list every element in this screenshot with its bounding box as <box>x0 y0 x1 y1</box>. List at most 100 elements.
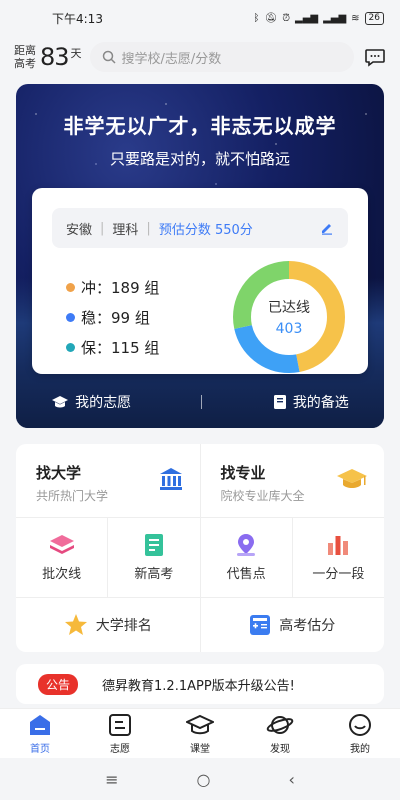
menu-icon[interactable]: ≡ <box>105 770 118 789</box>
header: 距离高考 83 天 搜学校/志愿/分数 <box>0 36 400 78</box>
home-circle-icon[interactable]: ○ <box>197 770 211 789</box>
signal-icon-2: ▂▄▆ <box>323 12 347 24</box>
stat-label: 稳：99 组 <box>81 308 150 327</box>
sales-point-button[interactable]: 代售点 <box>199 518 292 597</box>
divider <box>201 395 203 409</box>
banner-title: 非学无以广才，非志无以成学 <box>63 114 337 138</box>
my-wishes-link[interactable]: 我的志愿 <box>51 392 131 412</box>
my-wishes-label: 我的志愿 <box>75 395 132 411</box>
graduation-cap-icon <box>52 396 69 408</box>
banner-subtitle: 只要路是对的，就不怕路远 <box>109 150 290 168</box>
stat-dot <box>66 342 75 352</box>
announcement-text: 德昇教育1.2.1APP版本升级公告! <box>102 678 295 694</box>
calculator-icon <box>250 615 271 635</box>
stat-stable: 稳：99 组 <box>66 302 159 332</box>
graduation-cap-icon <box>186 714 214 734</box>
find-major-button[interactable]: 找专业 院校专业库大全 <box>199 444 385 517</box>
announcement-tag: 公告 <box>38 673 79 695</box>
stat-dot <box>66 282 75 292</box>
search-placeholder: 搜学校/志愿/分数 <box>121 51 222 67</box>
primary-features: 找大学 共所热门大学 找专业 院校专业库大全 <box>16 444 384 518</box>
my-backup-label: 我的备选 <box>292 395 349 411</box>
wifi-icon: ≋ <box>351 12 360 24</box>
feature-grid: 找大学 共所热门大学 找专业 院校专业库大全 批次线 新高考 代售点 一分一段 <box>16 444 384 652</box>
score-segment-button[interactable]: 一分一段 <box>291 518 384 597</box>
list-icon <box>109 713 131 736</box>
graduation-cap-icon <box>337 469 367 488</box>
donut-label: 已达线 <box>268 300 310 316</box>
subject-label: 理科 <box>112 222 139 238</box>
chat-icon <box>365 49 385 67</box>
tab-home[interactable]: 首页 <box>0 709 80 758</box>
tab-label: 课堂 <box>190 743 210 755</box>
bar-chart-icon <box>328 536 349 555</box>
status-bar: 下午4:13 ᛒ 🔕︎ ⏰︎ ▂▄▆ ▂▄▆ ≋ 26 <box>0 0 400 36</box>
score-estimate-button[interactable]: 高考估分 <box>199 598 385 652</box>
estimated-score: 预估分数 550分 <box>158 222 253 238</box>
system-navigation-bar: ≡ ○ ‹ <box>0 758 400 800</box>
tab-label: 发现 <box>270 743 290 755</box>
tab-label: 首页 <box>30 743 50 755</box>
province-label: 安徽 <box>66 222 93 238</box>
tool-label: 新高考 <box>134 567 174 582</box>
separator: | <box>146 220 151 236</box>
alarm-icon: ⏰︎ <box>282 12 290 24</box>
map-pin-icon <box>237 534 256 556</box>
stat-rush: 冲：189 组 <box>66 272 159 302</box>
university-ranking-label: 大学排名 <box>95 618 152 634</box>
tab-wishes[interactable]: 志愿 <box>80 709 160 758</box>
tool-label: 批次线 <box>42 567 82 582</box>
search-icon <box>102 50 116 64</box>
admission-stats: 冲：189 组 稳：99 组 保：115 组 <box>66 272 159 362</box>
countdown-unit: 天 <box>70 47 82 60</box>
mute-icon: 🔕︎ <box>264 12 278 24</box>
bluetooth-icon: ᛒ <box>253 12 260 24</box>
find-university-button[interactable]: 找大学 共所热门大学 <box>16 444 200 517</box>
tool-label: 一分一段 <box>312 567 365 582</box>
stat-dot <box>66 312 75 322</box>
batch-line-button[interactable]: 批次线 <box>16 518 107 597</box>
tab-label: 志愿 <box>110 743 130 755</box>
new-gaokao-button[interactable]: 新高考 <box>107 518 199 597</box>
donut-center: 已达线 403 <box>232 260 346 374</box>
signal-icon: ▂▄▆ <box>295 12 319 24</box>
banner-links: 我的志愿 我的备选 <box>16 388 384 416</box>
tab-classroom[interactable]: 课堂 <box>160 709 240 758</box>
stat-label: 保：115 组 <box>81 338 160 357</box>
planet-icon <box>266 715 294 734</box>
my-backup-link[interactable]: 我的备选 <box>273 392 349 412</box>
exam-countdown: 距离高考 83 天 <box>14 43 82 71</box>
secondary-features: 大学排名 高考估分 <box>16 598 384 652</box>
tool-label: 代售点 <box>226 567 266 582</box>
score-estimate-label: 高考估分 <box>279 618 336 634</box>
search-input[interactable]: 搜学校/志愿/分数 <box>89 42 354 72</box>
university-ranking-button[interactable]: 大学排名 <box>16 598 200 652</box>
edit-score-button[interactable] <box>320 221 334 235</box>
countdown-days: 83 <box>40 43 70 71</box>
hero-banner: 非学无以广才，非志无以成学 只要路是对的，就不怕路远 安徽 | 理科 | 预估分… <box>16 84 384 428</box>
score-card[interactable]: 安徽 | 理科 | 预估分数 550分 冲：189 组 稳：99 组 保：115… <box>32 188 368 374</box>
donut-value: 403 <box>275 321 303 337</box>
bottom-tab-bar: 首页 志愿 课堂 发现 我的 <box>0 708 400 758</box>
status-icons: ᛒ 🔕︎ ⏰︎ ▂▄▆ ▂▄▆ ≋ 26 <box>253 11 384 25</box>
status-time: 下午4:13 <box>52 11 103 26</box>
back-icon[interactable]: ‹ <box>288 770 294 789</box>
book-icon <box>273 395 286 409</box>
star-icon <box>64 614 87 635</box>
battery-icon: 26 <box>364 11 384 25</box>
announcement-bar[interactable]: 公告 德昇教育1.2.1APP版本升级公告! <box>16 664 384 704</box>
tab-label: 我的 <box>350 743 370 755</box>
smile-face-icon <box>349 713 371 736</box>
layers-icon <box>49 535 74 554</box>
document-icon <box>144 534 163 556</box>
tab-profile[interactable]: 我的 <box>320 709 400 758</box>
tab-discover[interactable]: 发现 <box>240 709 320 758</box>
score-info-bar[interactable]: 安徽 | 理科 | 预估分数 550分 <box>52 208 348 248</box>
edit-icon <box>322 224 332 235</box>
home-icon <box>30 714 50 735</box>
separator: | <box>100 220 105 236</box>
countdown-label: 距离高考 <box>14 44 36 70</box>
tool-row: 批次线 新高考 代售点 一分一段 <box>16 518 384 598</box>
stat-safe: 保：115 组 <box>66 332 159 362</box>
message-button[interactable] <box>364 46 386 68</box>
